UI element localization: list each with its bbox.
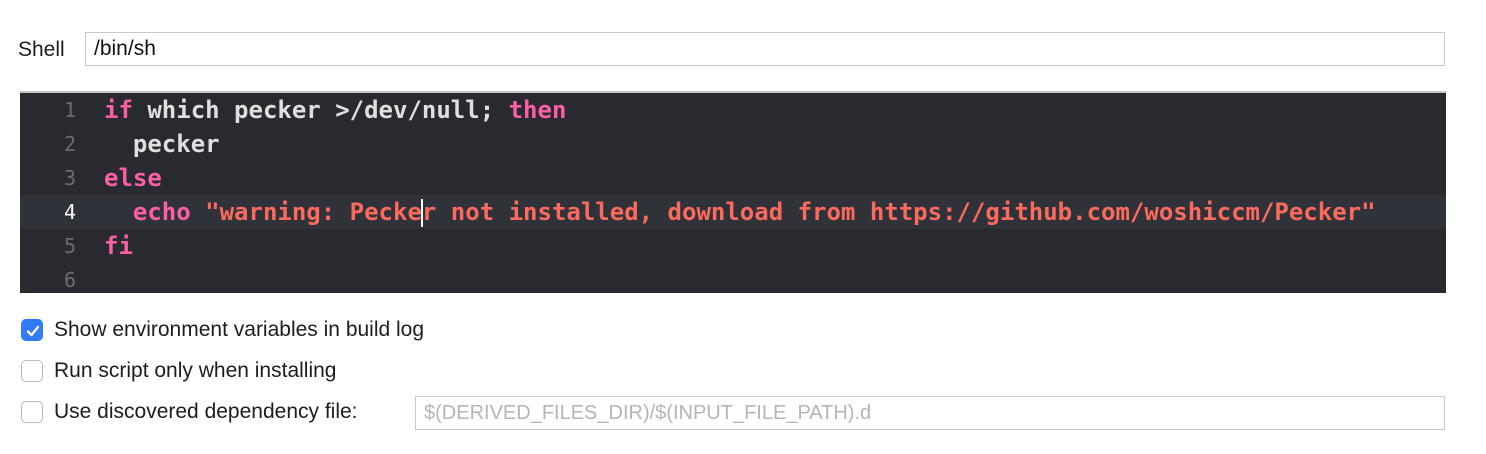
code-token: pecker	[104, 130, 220, 158]
line-number: 6	[63, 268, 76, 292]
line-number: 3	[63, 166, 76, 190]
shell-label: Shell	[18, 38, 65, 61]
code-keyword: else	[104, 164, 162, 192]
line-number: 5	[63, 234, 76, 258]
code-text: echo "warning: Pecker not installed, dow…	[104, 195, 1376, 229]
run-only-installing-label: Run script only when installing	[54, 359, 337, 382]
line-number: 4	[63, 200, 76, 224]
line-number: 2	[63, 132, 76, 156]
code-text: pecker	[104, 127, 220, 161]
script-editor[interactable]: 1 if which pecker >/dev/null; then 2 pecke…	[20, 91, 1446, 293]
code-keyword: then	[508, 96, 567, 124]
checkmark-icon	[26, 325, 40, 337]
code-text: if which pecker >/dev/null; then	[104, 93, 566, 127]
line-number: 1	[63, 98, 76, 122]
code-line[interactable]: 6	[20, 263, 1446, 293]
code-line[interactable]: 2 pecker	[20, 127, 1446, 161]
code-line[interactable]: 1 if which pecker >/dev/null; then	[20, 93, 1446, 127]
code-keyword: fi	[104, 232, 133, 260]
use-dep-file-label: Use discovered dependency file:	[54, 400, 358, 423]
use-dep-file-checkbox[interactable]	[21, 401, 43, 423]
code-text: fi	[104, 229, 133, 263]
shell-input[interactable]: /bin/sh	[85, 32, 1445, 66]
show-env-label: Show environment variables in build log	[54, 318, 425, 341]
show-env-checkbox[interactable]	[21, 319, 43, 341]
code-text: else	[104, 161, 162, 195]
code-keyword: if	[104, 96, 133, 124]
code-keyword: echo	[132, 198, 191, 226]
code-line[interactable]: 3 else	[20, 161, 1446, 195]
code-line[interactable]: 4 echo "warning: Pecker not installed, d…	[20, 195, 1446, 229]
code-string: "warning: Pecke	[205, 198, 422, 226]
code-token: which pecker >/dev/null;	[132, 96, 509, 124]
shell-row: Shell /bin/sh	[18, 32, 1446, 68]
dependency-file-input[interactable]	[415, 396, 1445, 430]
run-only-installing-checkbox[interactable]	[21, 360, 43, 382]
code-line[interactable]: 5 fi	[20, 229, 1446, 263]
code-string: r not installed, download from https://g…	[421, 198, 1376, 226]
